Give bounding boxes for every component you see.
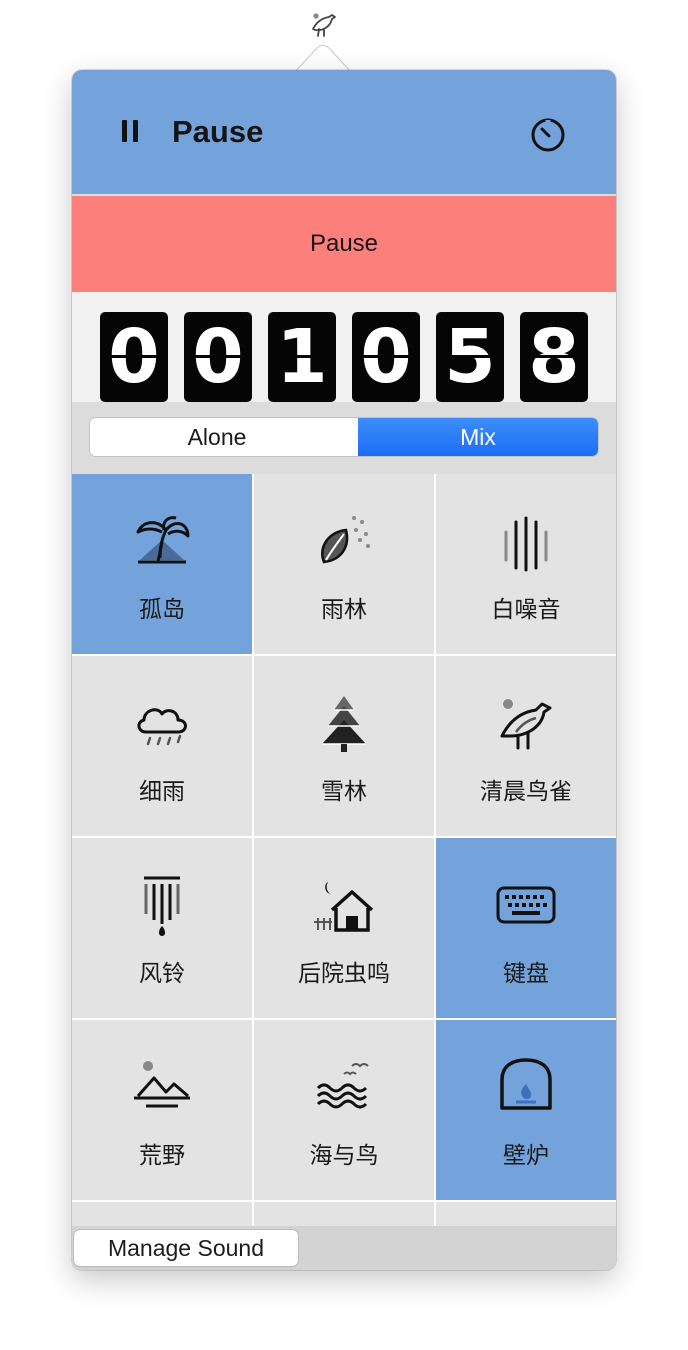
counter-digit: 0	[184, 312, 252, 402]
white-noise-icon	[504, 516, 548, 572]
counter-digit: 1	[268, 312, 336, 402]
sound-tile-partial[interactable]	[254, 1202, 434, 1226]
pause-icon[interactable]	[122, 120, 138, 142]
sound-tile-keyboard[interactable]: 键盘	[436, 838, 616, 1018]
island-icon	[136, 516, 190, 564]
fireplace-icon	[500, 1058, 552, 1110]
drizzle-icon	[137, 708, 187, 746]
sound-label: 荒野	[139, 1143, 185, 1169]
sea-birds-icon	[316, 1063, 369, 1109]
header-title: Pause	[172, 114, 264, 149]
sound-tile-island[interactable]: 孤岛	[72, 474, 252, 654]
snow-forest-icon	[322, 696, 366, 752]
sound-label: 后院虫鸣	[298, 961, 390, 987]
sound-label: 孤岛	[139, 597, 185, 623]
sound-tile-backyard[interactable]: 后院虫鸣	[254, 838, 434, 1018]
counter-digit: 5	[436, 312, 504, 402]
mode-mix-option[interactable]: Mix	[358, 418, 598, 456]
keyboard-icon	[496, 886, 556, 924]
sound-tile-wilderness[interactable]: 荒野	[72, 1020, 252, 1200]
sound-label: 雨林	[321, 597, 367, 623]
sound-label: 清晨鸟雀	[480, 779, 572, 805]
wind-chime-icon	[144, 876, 180, 936]
bird-icon	[500, 699, 552, 750]
sound-label: 海与鸟	[309, 1143, 379, 1169]
sound-tile-morning-birds[interactable]: 清晨鸟雀	[436, 656, 616, 836]
sound-grid: 孤岛 雨林 白噪音 细雨 雪林 清晨鸟雀 风铃 后院虫鸣 键盘 荒野 海与鸟 壁…	[72, 474, 616, 1226]
sound-tile-wind-chime[interactable]: 风铃	[72, 838, 252, 1018]
header-bar: Pause	[72, 70, 616, 194]
sound-label: 白噪音	[491, 597, 561, 623]
sound-tile-fireplace[interactable]: 壁炉	[436, 1020, 616, 1200]
mode-selector-bar: Alone Mix	[72, 402, 616, 474]
sound-tile-rainforest[interactable]: 雨林	[254, 474, 434, 654]
sound-label: 键盘	[503, 961, 549, 987]
sound-tile-sea-birds[interactable]: 海与鸟	[254, 1020, 434, 1200]
sound-tile-partial[interactable]	[72, 1202, 252, 1226]
sound-popover: Pause Pause 0 0 1 0 5 8 Alone Mix 孤岛 雨林 …	[72, 70, 616, 1270]
pause-banner-button[interactable]: Pause	[72, 196, 616, 292]
sound-tile-snow-forest[interactable]: 雪林	[254, 656, 434, 836]
popover-arrow	[295, 45, 351, 72]
manage-sound-button[interactable]: Manage Sound	[74, 1230, 298, 1266]
counter-digit: 0	[100, 312, 168, 402]
mode-alone-option[interactable]: Alone	[90, 418, 344, 456]
sound-tile-drizzle[interactable]: 细雨	[72, 656, 252, 836]
play-time-counter: 0 0 1 0 5 8	[72, 292, 616, 402]
menubar-bird-icon[interactable]	[304, 4, 344, 44]
sound-label: 细雨	[139, 779, 185, 805]
footer-bar: Manage Sound	[72, 1226, 616, 1270]
rainforest-icon	[321, 516, 370, 564]
timer-icon[interactable]	[528, 114, 568, 154]
wilderness-icon	[134, 1061, 190, 1108]
sound-label: 雪林	[321, 779, 367, 805]
mode-segmented-control: Alone Mix	[90, 418, 598, 456]
counter-digit: 0	[352, 312, 420, 402]
backyard-icon	[314, 882, 374, 932]
sound-label: 风铃	[139, 961, 185, 987]
counter-digit: 8	[520, 312, 588, 402]
sound-label: 壁炉	[503, 1143, 549, 1169]
sound-tile-white-noise[interactable]: 白噪音	[436, 474, 616, 654]
sound-tile-partial[interactable]	[436, 1202, 616, 1226]
